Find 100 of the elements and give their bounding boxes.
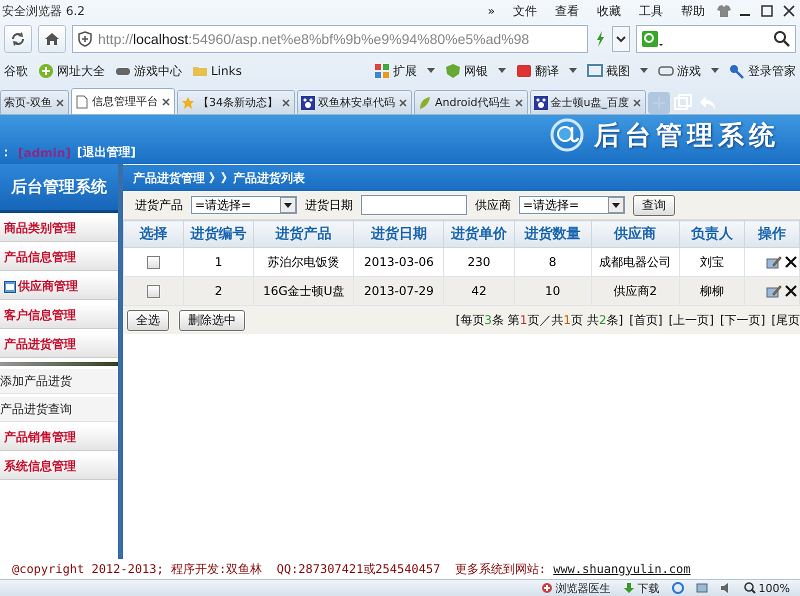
row-checkbox[interactable] [147,256,160,270]
dropdown[interactable]: =请选择= [519,196,625,214]
submenu-item[interactable]: 添加产品进货 [0,369,118,394]
zoom-control[interactable]: 100% [744,582,790,594]
edit-icon[interactable] [766,255,782,269]
menu-item[interactable]: » [478,4,504,18]
medical-icon [540,582,553,594]
dropdown-icon[interactable] [612,26,630,52]
address-field[interactable]: http://localhost:54960/asp.net%e8%bf%9b%e9%94%80%e5%ad%98 [72,25,588,53]
column-header: 进货产品 [254,220,354,248]
close-icon[interactable] [280,98,291,108]
menu-item[interactable]: 帮助 [672,2,714,20]
home-button[interactable] [38,25,66,53]
username: [admin] [18,146,71,160]
close-icon[interactable] [398,98,408,108]
caret-icon [569,68,577,74]
table-cell: 2013-07-29 [354,276,444,306]
browser-tab[interactable]: 【34条新动态】 [176,90,295,114]
close-icon[interactable] [160,96,171,106]
menu-item[interactable]: 文件 [504,2,546,20]
bookmark-link[interactable]: Links [192,63,242,79]
browser-tab[interactable]: 索页-双鱼 [0,90,69,114]
status-item[interactable]: 下载 [622,580,660,596]
page-icon [74,94,89,108]
at-sign-logo-icon [550,118,584,152]
lightning-icon[interactable] [594,30,606,48]
browser-tab[interactable]: 金士顿u盘_百度 [530,90,646,114]
column-header: 进货编号 [184,220,254,248]
window-icon [4,280,16,292]
delete-icon[interactable] [784,255,798,269]
toolbar-item[interactable]: 扩展 [374,62,417,80]
pagination-link[interactable]: [尾页 [771,312,800,328]
caret-icon [711,68,719,74]
edit-icon[interactable] [766,284,782,298]
sidebar-title: 后台管理系统 [0,164,118,213]
menu-item[interactable]: 工具 [630,2,672,20]
menu-item[interactable]: 客户信息管理 [0,303,118,329]
window-icon[interactable] [696,582,708,594]
column-header: 选择 [124,220,184,248]
toolbar-item[interactable]: 翻译 [516,62,559,80]
tab-label: 双鱼林安卓代码 [318,95,395,110]
table-cell: 230 [444,248,514,276]
search-field[interactable] [636,25,796,53]
pagination-link[interactable]: [上一页] [668,312,714,328]
pagination-link[interactable]: [首页] [629,312,663,328]
browser-tab[interactable]: 信息管理平台 [70,88,175,114]
toolbar-item[interactable]: 截图 [587,62,630,80]
search-button[interactable]: 查询 [633,194,675,216]
user-label: ： [0,144,12,161]
column-header: 供应商 [591,220,680,248]
menu-item[interactable]: 系统信息管理 [0,454,118,480]
menu-item[interactable]: 产品销售管理 [0,425,118,451]
bookmark-link[interactable]: 游戏中心 [115,62,182,80]
bookmark-link[interactable]: 谷歌 [4,62,28,80]
table-cell: 成都电器公司 [591,248,680,276]
toolbar-item[interactable]: 网银 [445,62,488,80]
table-cell: 42 [444,276,514,306]
search-engine-icon [641,30,663,48]
zoom-icon [744,582,756,594]
toolbar-item[interactable]: 登录管家 [729,62,796,80]
status-item[interactable]: 浏览器医生 [540,580,611,596]
menu-item[interactable]: 收藏 [588,2,630,20]
date-field[interactable] [361,195,467,215]
pagination-info: [每页3条 第1页／共1页 共2条] [456,312,624,328]
menu-item[interactable]: 供应商管理 [0,274,118,300]
close-icon[interactable] [514,98,524,108]
column-header: 进货日期 [354,220,444,248]
menu-item[interactable]: 商品类别管理 [0,216,118,242]
close-icon[interactable] [632,98,642,108]
caret-icon [640,68,648,74]
table-cell: 8 [514,248,592,276]
menu-item[interactable]: 产品信息管理 [0,245,118,271]
star-icon [180,96,195,110]
filter-label: 进货产品 [135,196,183,214]
caret-icon [608,197,624,213]
table-cell: 16G金士顿U盘 [254,276,354,306]
row-checkbox[interactable] [147,285,160,298]
menu-item[interactable]: 查看 [546,2,588,20]
tab-label: 索页-双鱼 [4,95,52,110]
delete-icon[interactable] [784,284,798,298]
pagination-link[interactable]: [下一页] [720,312,766,328]
logout-link[interactable]: [退出管理] [76,144,136,161]
dropdown[interactable]: =请选择= [191,196,297,214]
column-header: 负责人 [679,220,744,248]
toolbar-item[interactable]: 游戏 [658,62,701,80]
menu-item[interactable]: 产品进货管理 [0,332,118,358]
action-button[interactable]: 全选 [127,310,169,330]
action-button[interactable]: 删除选中 [179,310,245,330]
browser-tab[interactable]: 双鱼林安卓代码 [296,90,412,114]
close-icon[interactable] [54,98,65,108]
refresh-button[interactable] [4,25,32,53]
filter-label: 供应商 [475,196,511,214]
submenu-item[interactable]: 产品进货查询 [0,397,118,422]
table-cell: 柳柳 [679,276,744,306]
table-cell: 苏泊尔电饭煲 [254,248,354,276]
grid-icon [374,63,390,79]
bookmark-link[interactable]: 网址大全 [38,62,105,80]
column-header: 进货数量 [514,220,592,248]
browser-tab[interactable]: Android代码生 [414,90,528,114]
website-link[interactable]: www.shuangyulin.com [553,562,691,576]
